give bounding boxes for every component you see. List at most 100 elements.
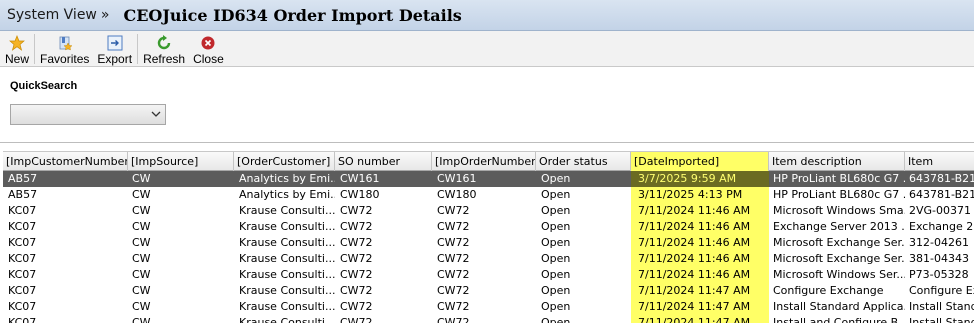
cell-order-status: Open — [541, 236, 571, 249]
star-icon — [8, 34, 26, 51]
favorites-button[interactable]: Favorites — [36, 31, 93, 67]
column-header-imp-customer-number[interactable]: [ImpCustomerNumber] — [3, 152, 128, 171]
cell-item: 643781-B21 — [909, 188, 974, 201]
refresh-button[interactable]: Refresh — [139, 31, 189, 67]
cell-so-number: CW180 — [340, 188, 380, 201]
cell-date-imported: 7/11/2024 11:47 AM — [631, 315, 769, 323]
cell-imp-source: CW — [132, 268, 151, 281]
refresh-label: Refresh — [143, 52, 186, 66]
cell-item-description: Microsoft Exchange Ser... — [773, 252, 905, 265]
cell-order-status: Open — [541, 172, 571, 185]
cell-imp-customer-number: KC07 — [8, 316, 37, 323]
table-row[interactable]: KC07 CW Krause Consulti... CW72 CW72 Open 7/11… — [3, 283, 974, 299]
toolbar-divider — [137, 34, 139, 64]
column-header-imp-order-number[interactable]: [ImpOrderNumber] — [432, 152, 536, 171]
cell-so-number: CW72 — [340, 316, 373, 323]
cell-imp-order-number: CW72 — [437, 316, 470, 323]
table-row[interactable]: KC07 CW Krause Consulti... CW72 CW72 Open 7/11… — [3, 203, 974, 219]
cell-order-customer: Krause Consulti... — [239, 204, 335, 217]
quicksearch-dropdown[interactable] — [10, 104, 166, 125]
favorites-icon — [56, 34, 74, 51]
cell-imp-order-number: CW72 — [437, 220, 470, 233]
close-label: Close — [193, 52, 224, 66]
column-header-so-number[interactable]: SO number — [335, 152, 432, 171]
cell-item-description: HP ProLiant BL680c G7 ... — [773, 172, 905, 185]
export-button[interactable]: Export — [93, 31, 136, 67]
cell-item-description: Exchange Server 2013 ... — [773, 220, 905, 233]
cell-date-imported: 7/11/2024 11:47 AM — [631, 283, 769, 299]
cell-order-status: Open — [541, 284, 571, 297]
favorites-label: Favorites — [40, 52, 90, 66]
cell-item: 643781-B21 — [909, 172, 974, 185]
cell-so-number: CW72 — [340, 300, 373, 313]
cell-order-status: Open — [541, 316, 571, 323]
cell-order-customer: Analytics by Emi... — [239, 172, 335, 185]
cell-date-imported: 7/11/2024 11:46 AM — [631, 235, 769, 251]
cell-imp-source: CW — [132, 236, 151, 249]
cell-order-status: Open — [541, 188, 571, 201]
cell-item: Install Standa — [909, 300, 974, 313]
cell-so-number: CW72 — [340, 204, 373, 217]
chevron-down-icon — [151, 108, 161, 123]
cell-imp-customer-number: KC07 — [8, 268, 37, 281]
cell-imp-customer-number: KC07 — [8, 252, 37, 265]
cell-item-description: Microsoft Windows Sma... — [773, 204, 905, 217]
cell-item-description: Install Standard Applica... — [773, 300, 905, 313]
page-title: CEOJuice ID634 Order Import Details — [123, 5, 462, 25]
column-header-item[interactable]: Item — [905, 152, 974, 171]
close-button[interactable]: Close — [189, 31, 228, 67]
close-icon — [199, 34, 217, 51]
cell-date-imported: 3/7/2025 9:59 AM — [631, 171, 769, 187]
cell-item-description: Configure Exchange — [773, 284, 884, 297]
quicksearch-label: QuickSearch — [10, 80, 78, 92]
grid-body: AB57 CW Analytics by Emi... CW161 CW161 Open 3… — [3, 171, 974, 323]
table-row[interactable]: KC07 CW Krause Consulti... CW72 CW72 Open 7/11… — [3, 267, 974, 283]
cell-imp-order-number: CW180 — [437, 188, 477, 201]
cell-imp-order-number: CW72 — [437, 204, 470, 217]
cell-order-customer: Krause Consulti... — [239, 236, 335, 249]
cell-order-customer: Krause Consulti... — [239, 284, 335, 297]
breadcrumb-arrow: » — [100, 7, 110, 23]
cell-imp-order-number: CW72 — [437, 268, 470, 281]
table-row[interactable]: KC07 CW Krause Consulti... CW72 CW72 Open 7/11… — [3, 315, 974, 323]
export-label: Export — [97, 52, 133, 66]
cell-imp-order-number: CW161 — [437, 172, 477, 185]
refresh-icon — [155, 34, 173, 51]
toolbar-divider — [34, 34, 36, 64]
table-row[interactable]: AB57 CW Analytics by Emi... CW161 CW161 Open 3… — [3, 171, 974, 187]
table-row[interactable]: AB57 CW Analytics by Emi... CW180 CW180 Open 3… — [3, 187, 974, 203]
cell-so-number: CW72 — [340, 252, 373, 265]
cell-item: Exchange 20 — [909, 220, 974, 233]
column-header-date-imported[interactable]: [DateImported] — [631, 152, 769, 171]
column-header-imp-source[interactable]: [ImpSource] — [128, 152, 234, 171]
grid-header: [ImpCustomerNumber] [ImpSource] [OrderCust… — [3, 151, 974, 171]
cell-imp-order-number: CW72 — [437, 300, 470, 313]
breadcrumb-system-view[interactable]: System View — [7, 7, 97, 23]
table-row[interactable]: KC07 CW Krause Consulti... CW72 CW72 Open 7/11… — [3, 251, 974, 267]
cell-imp-customer-number: KC07 — [8, 236, 37, 249]
cell-item-description: Microsoft Windows Ser... — [773, 268, 905, 281]
column-header-order-customer[interactable]: [OrderCustomer] — [234, 152, 335, 171]
column-header-order-status[interactable]: Order status — [536, 152, 631, 171]
cell-item-description: Microsoft Exchange Ser... — [773, 236, 905, 249]
cell-date-imported: 7/11/2024 11:46 AM — [631, 267, 769, 283]
table-row[interactable]: KC07 CW Krause Consulti... CW72 CW72 Open 7/11… — [3, 219, 974, 235]
cell-item: Install Standa — [909, 316, 974, 323]
cell-order-customer: Krause Consulti... — [239, 316, 335, 323]
cell-order-status: Open — [541, 204, 571, 217]
cell-imp-customer-number: AB57 — [8, 188, 38, 201]
cell-date-imported: 7/11/2024 11:46 AM — [631, 219, 769, 235]
new-label: New — [5, 52, 30, 66]
cell-date-imported: 3/11/2025 4:13 PM — [631, 187, 769, 203]
cell-date-imported: 7/11/2024 11:47 AM — [631, 299, 769, 315]
cell-order-customer: Krause Consulti... — [239, 300, 335, 313]
table-row[interactable]: KC07 CW Krause Consulti... CW72 CW72 Open 7/11… — [3, 235, 974, 251]
column-header-item-description[interactable]: Item description — [769, 152, 905, 171]
cell-imp-order-number: CW72 — [437, 252, 470, 265]
cell-order-status: Open — [541, 252, 571, 265]
cell-imp-source: CW — [132, 172, 151, 185]
cell-imp-customer-number: KC07 — [8, 284, 37, 297]
table-row[interactable]: KC07 CW Krause Consulti... CW72 CW72 Open 7/11… — [3, 299, 974, 315]
new-button[interactable]: New — [0, 31, 33, 67]
cell-so-number: CW161 — [340, 172, 380, 185]
